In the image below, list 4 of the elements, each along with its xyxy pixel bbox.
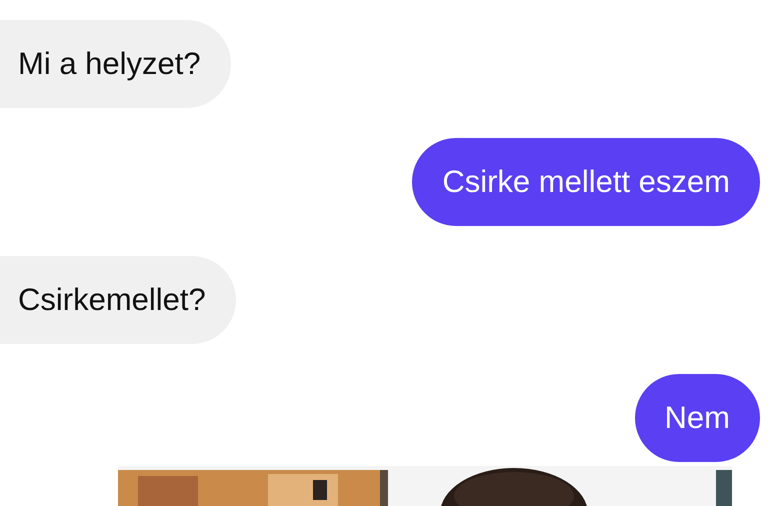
message-bubble: Mi a helyzet? (0, 20, 231, 108)
message-bubble: Csirke mellett eszem (412, 138, 760, 226)
message-bubble: Nem (634, 374, 760, 462)
message-bubble: Csirkemellet? (0, 256, 236, 344)
